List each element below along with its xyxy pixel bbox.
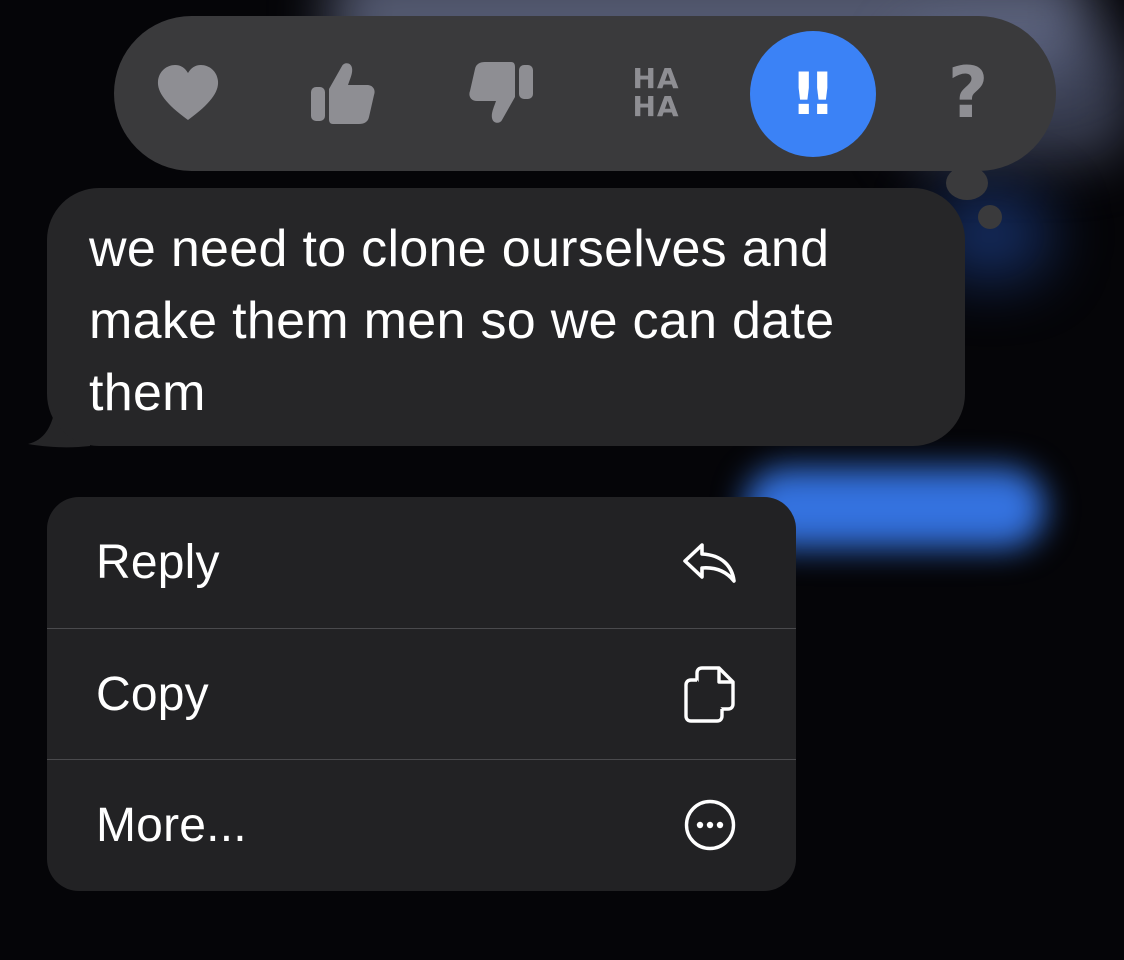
haha-line-2: HA	[632, 90, 680, 123]
tapback-heart[interactable]	[138, 43, 238, 143]
menu-item-copy[interactable]: Copy	[47, 628, 796, 759]
tapback-dislike[interactable]	[451, 43, 551, 143]
tapback-bar	[114, 16, 1056, 171]
heart-icon	[157, 65, 219, 120]
tapback-emphasize[interactable]: !!	[750, 31, 876, 157]
tapback-question[interactable]: ?	[918, 43, 1018, 143]
context-menu: Reply Copy More...	[47, 497, 796, 891]
message-text: we need to clone ourselves and make them…	[89, 220, 835, 422]
tapback-like[interactable]	[293, 43, 393, 143]
double-exclamation-icon: !!	[790, 60, 836, 128]
tapback-bar-tail	[978, 205, 1002, 229]
haha-line-1: HA	[632, 62, 680, 95]
question-icon: ?	[947, 52, 989, 134]
thumbs-up-icon	[311, 63, 375, 124]
copy-documents-icon	[680, 664, 740, 724]
menu-item-label: More...	[96, 798, 247, 852]
menu-item-reply[interactable]: Reply	[47, 497, 796, 628]
menu-item-more[interactable]: More...	[47, 759, 796, 890]
thumbs-down-icon	[469, 62, 533, 123]
ellipsis-circle-icon	[680, 795, 740, 855]
message-context-screen: HA HA !! ? we need to clone ourselves an…	[0, 0, 1124, 960]
haha-icon: HA HA	[632, 65, 679, 121]
tapback-bar-tail	[946, 166, 988, 200]
menu-item-label: Reply	[96, 536, 220, 589]
message-bubble[interactable]: we need to clone ourselves and make them…	[47, 188, 965, 446]
tapback-laugh[interactable]: HA HA	[606, 43, 706, 143]
menu-item-label: Copy	[96, 667, 209, 721]
reply-arrow-icon	[680, 533, 740, 593]
